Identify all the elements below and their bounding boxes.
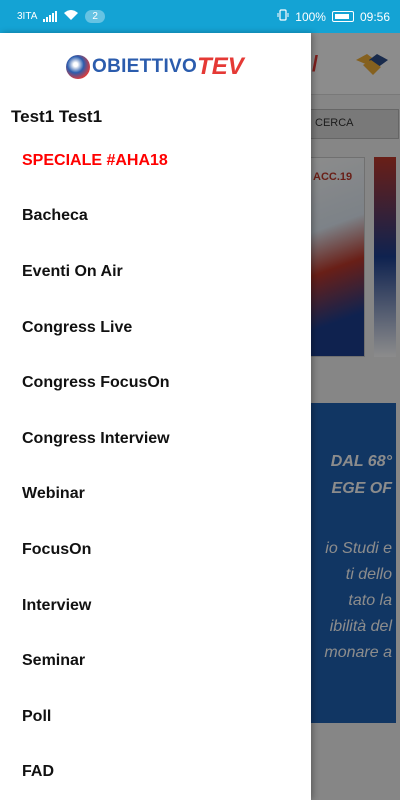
battery-icon xyxy=(331,11,354,22)
battery-percent: 100% xyxy=(295,9,326,24)
user-name: Test1 Test1 xyxy=(11,107,103,126)
menu-item-seminar[interactable]: Seminar xyxy=(0,633,311,689)
globe-logo-icon xyxy=(66,55,90,79)
menu-item-webinar[interactable]: Webinar xyxy=(0,467,311,523)
signal-icon xyxy=(43,11,58,22)
logo-tev: TEV xyxy=(197,53,244,80)
wifi-icon xyxy=(63,9,79,24)
notification-badge: 2 xyxy=(85,10,105,23)
status-bar: 3ITA 2 100% 09:56 xyxy=(0,0,400,33)
menu-item-bacheca[interactable]: Bacheca xyxy=(0,189,311,245)
menu-item-congress-focuson[interactable]: Congress FocusOn xyxy=(0,355,311,411)
clock: 09:56 xyxy=(359,9,390,24)
menu-item-eventi-on-air[interactable]: Eventi On Air xyxy=(0,244,311,300)
navigation-drawer: OBIETTIVO TEV Test1 Test1 SPECIALE #AHA1… xyxy=(0,33,311,800)
menu-item-interview[interactable]: Interview xyxy=(0,578,311,634)
menu-item-congress-live[interactable]: Congress Live xyxy=(0,300,311,356)
menu-item-congress-interview[interactable]: Congress Interview xyxy=(0,411,311,467)
logo-word: OBIETTIVO xyxy=(92,56,198,77)
drawer-menu: SPECIALE #AHA18 Bacheca Eventi On Air Co… xyxy=(0,133,311,800)
menu-item-fad[interactable]: FAD xyxy=(0,745,311,800)
menu-item-focuson[interactable]: FocusOn xyxy=(0,522,311,578)
vibrate-icon xyxy=(277,9,289,24)
menu-item-speciale[interactable]: SPECIALE #AHA18 xyxy=(0,133,311,189)
carrier-label: 3ITA xyxy=(17,11,38,22)
menu-item-poll[interactable]: Poll xyxy=(0,689,311,745)
app-logo: OBIETTIVO TEV xyxy=(66,53,244,81)
